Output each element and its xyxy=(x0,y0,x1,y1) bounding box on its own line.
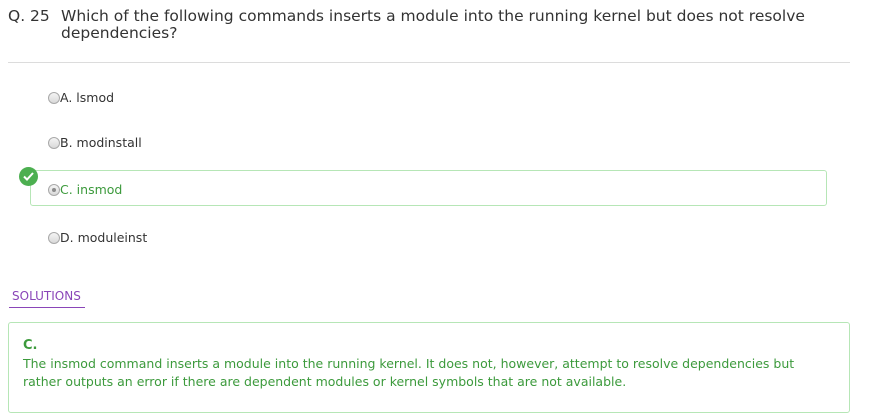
option-d-label: D. moduleinst xyxy=(60,230,148,245)
option-a[interactable]: A. lsmod xyxy=(48,90,114,105)
solution-answer: C. xyxy=(23,338,38,353)
solution-box: C. The insmod command inserts a module i… xyxy=(8,322,850,413)
solution-explanation: The insmod command inserts a module into… xyxy=(23,356,795,389)
option-c-radio[interactable] xyxy=(48,183,60,196)
option-b[interactable]: B. modinstall xyxy=(48,135,142,150)
question-number: Q. 25 xyxy=(8,7,50,25)
option-c[interactable]: C. insmod xyxy=(48,182,122,197)
option-d[interactable]: D. moduleinst xyxy=(48,230,147,245)
question-text: Which of the following commands inserts … xyxy=(61,7,805,42)
correct-option-highlight xyxy=(30,170,827,206)
option-b-label: B. modinstall xyxy=(60,135,142,150)
divider xyxy=(8,62,850,63)
tab-solutions[interactable]: SOLUTIONS xyxy=(9,289,85,308)
option-a-radio[interactable] xyxy=(48,91,60,104)
option-b-radio[interactable] xyxy=(48,136,60,149)
question: Q. 25 Which of the following commands in… xyxy=(8,8,848,42)
check-circle-icon xyxy=(19,167,38,186)
option-c-label: C. insmod xyxy=(60,182,123,197)
option-a-label: A. lsmod xyxy=(60,90,115,105)
option-d-radio[interactable] xyxy=(48,231,60,244)
